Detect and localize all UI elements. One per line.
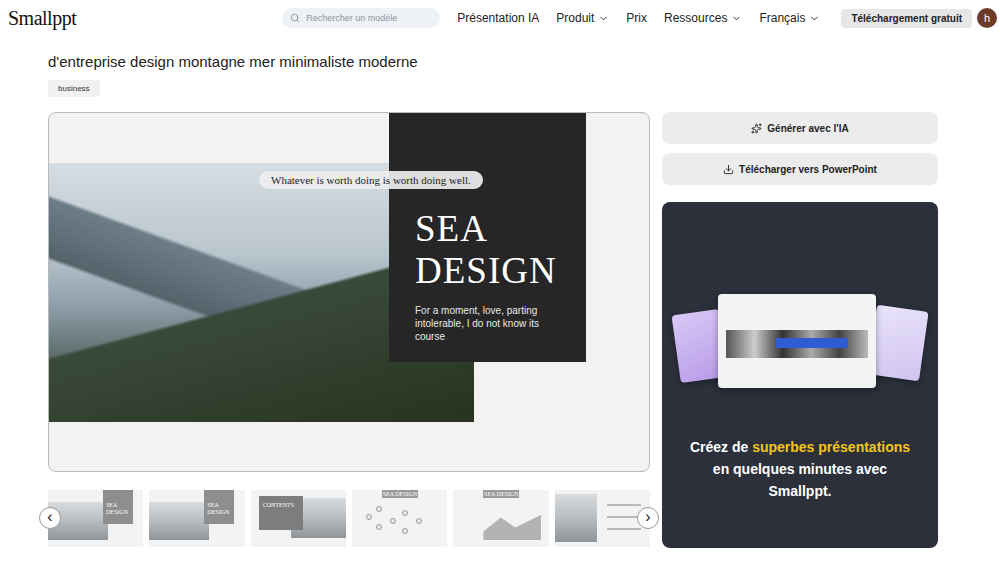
diagram-dot	[366, 514, 372, 520]
diagram-dot	[416, 518, 422, 524]
nav-group: Présentation IA Produit Prix Ressources Fran…	[282, 8, 997, 28]
tag-row: business	[48, 80, 938, 97]
logo[interactable]: Smallppt	[8, 7, 76, 30]
content-row: SEADESIGN For a moment, love, parting int…	[48, 112, 938, 548]
user-avatar[interactable]: h	[977, 8, 997, 28]
diagram-dot	[390, 518, 396, 524]
slide-thumbnail[interactable]: SEA DESIGN	[48, 490, 143, 547]
nav-item[interactable]: Prix	[626, 11, 647, 25]
download-button[interactable]: Téléchargement gratuit	[841, 9, 972, 28]
promo-card: Créez de superbes présentations en quelq…	[662, 202, 938, 548]
slide-quote: Whatever is worth doing is worth doing w…	[259, 171, 483, 189]
top-bar: Smallppt Présentation IA Produit Prix Ressou…	[0, 0, 1000, 36]
slide-heading: SEADESIGN	[415, 208, 568, 292]
promo-bar	[776, 338, 848, 348]
thumbnail-title: SEA DESIGN	[483, 490, 519, 498]
diagram-dot	[376, 506, 382, 512]
chevron-down-icon	[809, 13, 820, 24]
thumbnail-row: SEA DESIGN SEA DESIGN CONTENTS SEA DESIGN SE…	[48, 490, 650, 547]
slide-thumbnail[interactable]: SEA DESIGN	[453, 490, 548, 547]
thumbnail-title: SEA DESIGN	[103, 490, 133, 524]
thumbnail-photo	[555, 494, 597, 542]
chevron-down-icon	[598, 13, 609, 24]
chart-area	[483, 512, 541, 540]
promo-text: Créez de superbes présentations en quelq…	[662, 436, 938, 502]
slide-thumbnail[interactable]: CONTENTS	[251, 490, 346, 547]
nav-item[interactable]: Ressources	[664, 11, 742, 25]
search-input[interactable]	[304, 12, 432, 24]
template-title: d'entreprise design montagne mer minimal…	[48, 52, 938, 72]
promo-image	[718, 294, 876, 388]
list-line	[607, 528, 641, 530]
search-box[interactable]	[282, 8, 440, 28]
download-icon	[723, 164, 734, 175]
page: Smallppt Présentation IA Produit Prix Ressou…	[0, 0, 1000, 563]
thumbnail-title: SEA DESIGN	[382, 490, 418, 498]
generate-button[interactable]: Générer avec l'IA	[662, 112, 938, 144]
slide-thumbnail[interactable]	[555, 490, 650, 547]
diagram-dot	[402, 510, 408, 516]
nav-item[interactable]: Français	[759, 11, 820, 25]
sparkles-icon	[751, 123, 762, 134]
main: d'entreprise design montagne mer minimal…	[0, 52, 1000, 548]
list-line	[607, 516, 641, 518]
diagram-dot	[402, 528, 408, 534]
side-column: Générer avec l'IA Télécharger vers PowerP…	[662, 112, 938, 548]
thumbnail-photo	[149, 502, 209, 540]
title-panel: SEADESIGN For a moment, love, parting int…	[389, 113, 586, 362]
chevron-down-icon	[731, 13, 742, 24]
preview-column: SEADESIGN For a moment, love, parting int…	[48, 112, 650, 548]
thumbnail-carousel: SEA DESIGN SEA DESIGN CONTENTS SEA DESIGN SE…	[48, 490, 650, 547]
search-icon	[290, 13, 300, 23]
nav-item[interactable]: Présentation IA	[457, 11, 539, 25]
slide-thumbnail[interactable]: SEA DESIGN	[149, 490, 244, 547]
promo-images	[662, 294, 938, 398]
promo-image	[867, 305, 928, 382]
next-button[interactable]: ›	[637, 507, 659, 529]
slide-preview: SEADESIGN For a moment, love, parting int…	[48, 112, 650, 472]
thumbnail-title: SEA DESIGN	[204, 490, 234, 524]
download-ppt-button[interactable]: Télécharger vers PowerPoint	[662, 153, 938, 185]
diagram-dot	[376, 524, 382, 530]
list-line	[607, 504, 641, 506]
tag[interactable]: business	[48, 80, 100, 97]
slide-thumbnail[interactable]: SEA DESIGN	[352, 490, 447, 547]
nav-item[interactable]: Produit	[556, 11, 609, 25]
slide-subtitle: For a moment, love, parting intolerable,…	[415, 304, 568, 343]
thumbnail-title: CONTENTS	[259, 496, 303, 530]
prev-button[interactable]: ‹	[39, 507, 61, 529]
